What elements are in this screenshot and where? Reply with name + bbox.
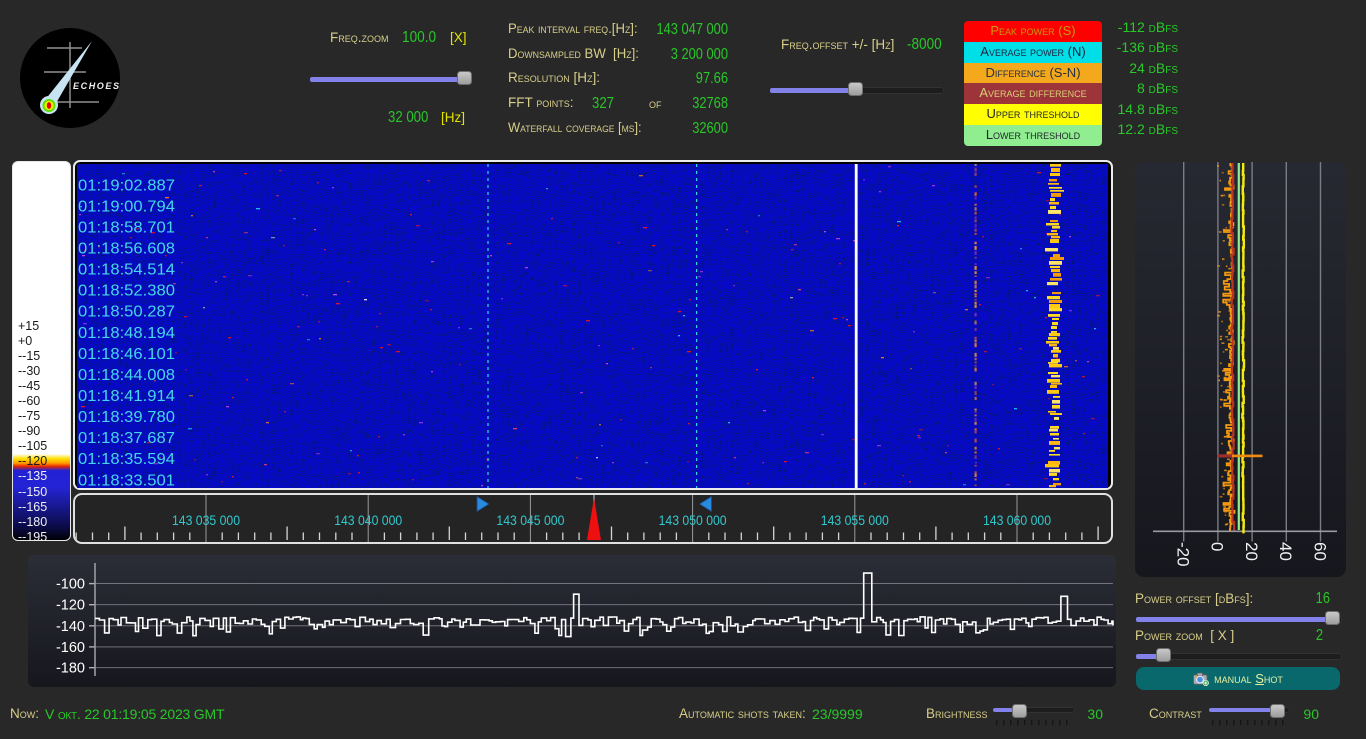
svg-text:01:18:56.608: 01:18:56.608 [78, 240, 175, 257]
svg-text:-160: -160 [56, 640, 85, 656]
svg-text:01:18:35.594: 01:18:35.594 [78, 451, 175, 468]
svg-text:143 040 000: 143 040 000 [334, 512, 402, 528]
svg-text:40: 40 [1276, 542, 1295, 561]
svg-text:01:18:41.914: 01:18:41.914 [78, 388, 175, 405]
svg-text:0: 0 [1207, 542, 1226, 551]
svg-text:01:19:02.887: 01:19:02.887 [78, 177, 175, 194]
svg-text:-140: -140 [56, 619, 85, 635]
svg-text:01:18:33.501: 01:18:33.501 [78, 472, 175, 488]
svg-text:-180: -180 [56, 661, 85, 677]
svg-text:01:18:52.380: 01:18:52.380 [78, 282, 175, 299]
svg-text:143 050 000: 143 050 000 [659, 512, 727, 528]
svg-text:01:18:58.701: 01:18:58.701 [78, 219, 175, 236]
svg-text:143 060 000: 143 060 000 [983, 512, 1051, 528]
svg-text:01:18:48.194: 01:18:48.194 [78, 324, 175, 341]
svg-text:143 055 000: 143 055 000 [821, 512, 889, 528]
svg-text:60: 60 [1310, 542, 1329, 561]
svg-text:01:19:00.794: 01:19:00.794 [78, 198, 175, 215]
svg-text:20: 20 [1241, 542, 1260, 561]
svg-text:143 045 000: 143 045 000 [496, 512, 564, 528]
svg-text:01:18:50.287: 01:18:50.287 [78, 303, 175, 320]
svg-text:01:18:44.008: 01:18:44.008 [78, 366, 175, 383]
svg-text:01:18:37.687: 01:18:37.687 [78, 430, 175, 447]
svg-text:01:18:46.101: 01:18:46.101 [78, 345, 175, 362]
svg-text:-20: -20 [1173, 542, 1192, 567]
svg-text:ECHOES: ECHOES [73, 81, 120, 91]
svg-text:01:18:39.780: 01:18:39.780 [78, 409, 175, 426]
svg-text:01:18:54.514: 01:18:54.514 [78, 261, 175, 278]
svg-text:-100: -100 [56, 577, 85, 593]
svg-text:143 035 000: 143 035 000 [172, 512, 240, 528]
svg-text:-120: -120 [56, 598, 85, 614]
